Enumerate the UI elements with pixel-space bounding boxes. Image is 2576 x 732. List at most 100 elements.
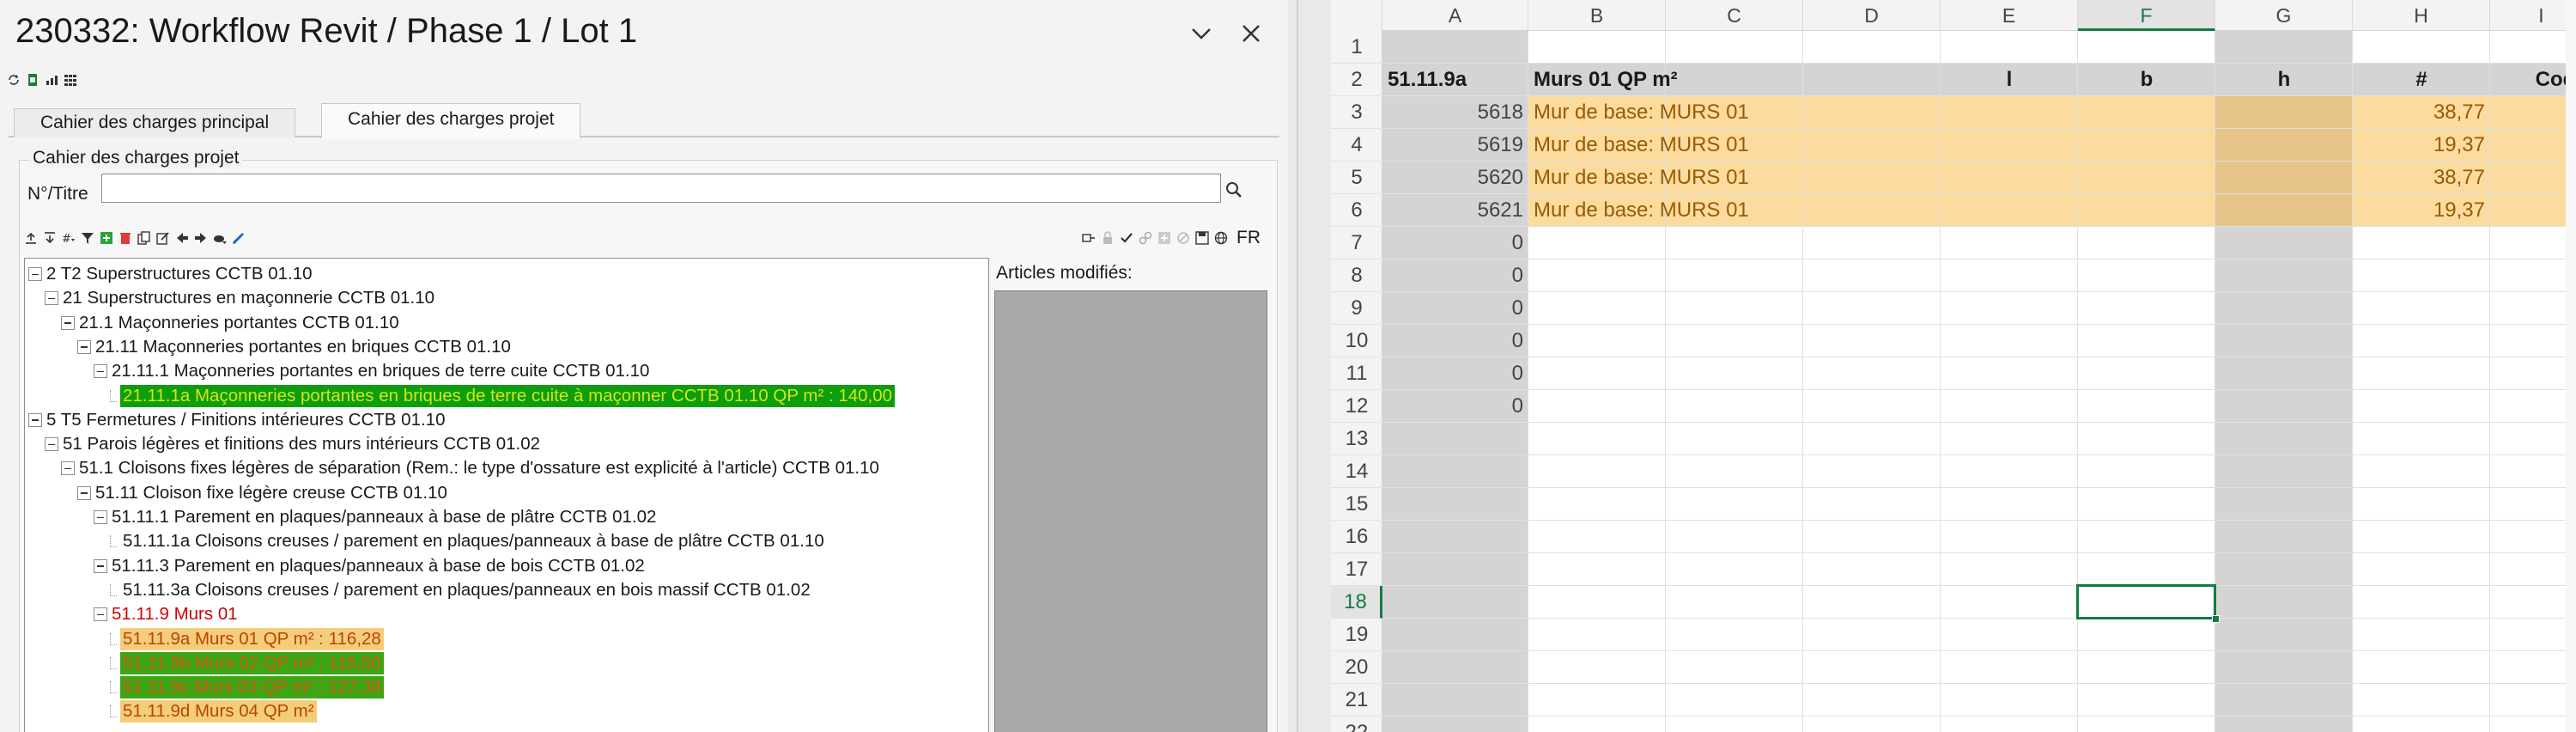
tree-node[interactable]: 21 Superstructures en maçonnerie CCTB 01…	[45, 286, 437, 310]
data-cell[interactable]: Mur de base: MURS 01	[1534, 194, 1749, 227]
check-icon[interactable]	[1120, 231, 1133, 245]
tree-node[interactable]: 51.11.9a Murs 01 QP m² : 116,28	[110, 627, 384, 651]
tree-node[interactable]: 21.11.1 Maçonneries portantes en briques…	[94, 359, 652, 383]
row-header[interactable]: 5	[1331, 162, 1382, 194]
data-cell[interactable]: 0	[1388, 390, 1523, 423]
tree-node[interactable]: 51.11.9 Murs 01	[94, 602, 240, 626]
active-cell[interactable]	[2076, 584, 2216, 619]
tree-node[interactable]: 51.11.9b Murs 02 QP m² : 115,50	[110, 651, 384, 675]
tree-node[interactable]: 51.11 Cloison fixe légère creuse CCTB 01…	[77, 481, 450, 505]
globe-icon[interactable]	[1214, 231, 1228, 245]
modified-articles-list[interactable]	[994, 290, 1267, 732]
row-header[interactable]: 10	[1331, 325, 1382, 357]
header-cell[interactable]: h	[2221, 64, 2348, 96]
collapse-toggle-icon[interactable]	[77, 339, 91, 354]
add-box-icon[interactable]	[1157, 231, 1171, 245]
data-cell[interactable]: 5621	[1388, 194, 1523, 227]
row-header[interactable]: 1	[1331, 31, 1382, 64]
data-cell[interactable]: 5619	[1388, 129, 1523, 162]
tree-node[interactable]: 2 T2 Superstructures CCTB 01.10	[28, 262, 315, 286]
close-icon[interactable]	[1231, 14, 1271, 53]
tree-node[interactable]: 51.11.1 Parement en plaques/panneaux à b…	[94, 505, 659, 529]
data-cell[interactable]: 5618	[1388, 96, 1523, 129]
fill-handle[interactable]	[2212, 615, 2220, 623]
cell-grid[interactable]: 51.11.9a Murs 01 QP m² lbh # Coeff 5618 Mur de…	[1382, 31, 2576, 732]
tree-node[interactable]: 51.11.3 Parement en plaques/panneaux à b…	[94, 554, 647, 578]
column-header[interactable]: G	[2215, 0, 2353, 31]
vertical-scrollbar[interactable]	[2566, 0, 2576, 732]
row-header[interactable]: 16	[1331, 521, 1382, 553]
row-header[interactable]: 14	[1331, 455, 1382, 488]
data-cell[interactable]: 0	[1388, 357, 1523, 390]
copy-icon[interactable]	[137, 231, 151, 245]
search-icon[interactable]	[1224, 180, 1243, 199]
column-header[interactable]: B	[1528, 0, 1666, 31]
swap-icon[interactable]	[1082, 231, 1096, 245]
arrow-left-icon[interactable]	[175, 231, 189, 245]
cloud-dropdown-icon[interactable]	[213, 231, 227, 245]
row-header[interactable]: 13	[1331, 423, 1382, 455]
tree-view[interactable]: 2 T2 Superstructures CCTB 01.10 21 Supers…	[24, 258, 989, 732]
collapse-toggle-icon[interactable]	[45, 437, 58, 452]
header-cell[interactable]: #	[2358, 64, 2485, 96]
collapse-toggle-icon[interactable]	[94, 558, 107, 573]
collapse-toggle-icon[interactable]	[77, 485, 91, 500]
row-header[interactable]: 20	[1331, 651, 1382, 684]
save-icon[interactable]	[1195, 231, 1209, 245]
bar-chart-icon[interactable]	[45, 73, 58, 87]
data-cell[interactable]: 19,37	[2358, 129, 2485, 162]
tab-cahier-principal[interactable]: Cahier des charges principal	[14, 108, 296, 137]
filter-icon[interactable]	[81, 231, 94, 245]
spreadsheet[interactable]: ABCDEFGHI 1 2 3 4 5 6 7 8 9 10 11 12 13 14 15 16 17 18 19 2…	[1331, 0, 2576, 732]
column-header[interactable]: I	[2490, 0, 2576, 31]
data-cell[interactable]: 38,77	[2358, 162, 2485, 194]
data-cell[interactable]: Mur de base: MURS 01	[1534, 96, 1749, 129]
data-cell[interactable]: 5620	[1388, 162, 1523, 194]
header-cell[interactable]: b	[2083, 64, 2210, 96]
column-header[interactable]: E	[1941, 0, 2078, 31]
collapse-toggle-icon[interactable]	[61, 461, 75, 476]
header-cell[interactable]: 51.11.9a	[1388, 64, 1523, 96]
tree-node[interactable]: 21.11.1a Maçonneries portantes en brique…	[110, 384, 896, 408]
column-header[interactable]: F	[2078, 0, 2215, 31]
download-icon[interactable]	[43, 231, 57, 245]
tree-node[interactable]: 51 Parois légères et finitions des murs …	[45, 432, 543, 456]
tab-cahier-projet[interactable]: Cahier des charges projet	[321, 103, 581, 139]
row-header[interactable]: 19	[1331, 619, 1382, 651]
column-header[interactable]: C	[1666, 0, 1803, 31]
chevron-down-icon[interactable]	[1182, 14, 1221, 53]
row-header[interactable]: 11	[1331, 357, 1382, 390]
row-header[interactable]: 4	[1331, 129, 1382, 162]
header-cell[interactable]: Coeff	[2495, 64, 2576, 96]
collapse-toggle-icon[interactable]	[61, 315, 75, 330]
delete-icon[interactable]	[118, 231, 132, 245]
tree-node[interactable]: 51.11.1a Cloisons creuses / parement en …	[110, 529, 827, 553]
lock-icon[interactable]	[1101, 231, 1115, 245]
grid-icon[interactable]	[64, 73, 77, 87]
numbering-icon[interactable]: #	[62, 231, 76, 245]
tree-node[interactable]: 51.11.9c Murs 03 QP m² : 127,38	[110, 675, 385, 699]
row-header[interactable]: 21	[1331, 684, 1382, 717]
collapse-toggle-icon[interactable]	[94, 510, 107, 524]
excel-icon[interactable]	[26, 73, 39, 87]
header-cell[interactable]: l	[1946, 64, 2073, 96]
panel-splitter[interactable]	[1288, 0, 1331, 732]
tree-node[interactable]: 51.1 Cloisons fixes légères de séparatio…	[61, 456, 882, 480]
tree-node[interactable]: 51.11.3a Cloisons creuses / parement en …	[110, 578, 813, 602]
edit-icon[interactable]	[156, 231, 170, 245]
row-header[interactable]: 15	[1331, 488, 1382, 521]
no-titre-input[interactable]	[101, 174, 1221, 203]
row-header[interactable]: 6	[1331, 194, 1382, 227]
row-header[interactable]: 12	[1331, 390, 1382, 423]
column-header[interactable]: H	[2353, 0, 2490, 31]
data-cell[interactable]: 0	[1388, 227, 1523, 259]
add-icon[interactable]	[100, 231, 113, 245]
row-header[interactable]: 3	[1331, 96, 1382, 129]
row-header[interactable]: 8	[1331, 259, 1382, 292]
tree-node[interactable]: 51.11.9d Murs 04 QP m²	[110, 699, 317, 723]
data-cell[interactable]: 19,37	[2358, 194, 2485, 227]
select-all-corner[interactable]	[1331, 0, 1382, 31]
language-label[interactable]: FR	[1236, 228, 1261, 248]
row-header[interactable]: 2	[1331, 64, 1382, 96]
tree-node[interactable]: 21.1 Maçonneries portantes CCTB 01.10	[61, 311, 402, 335]
